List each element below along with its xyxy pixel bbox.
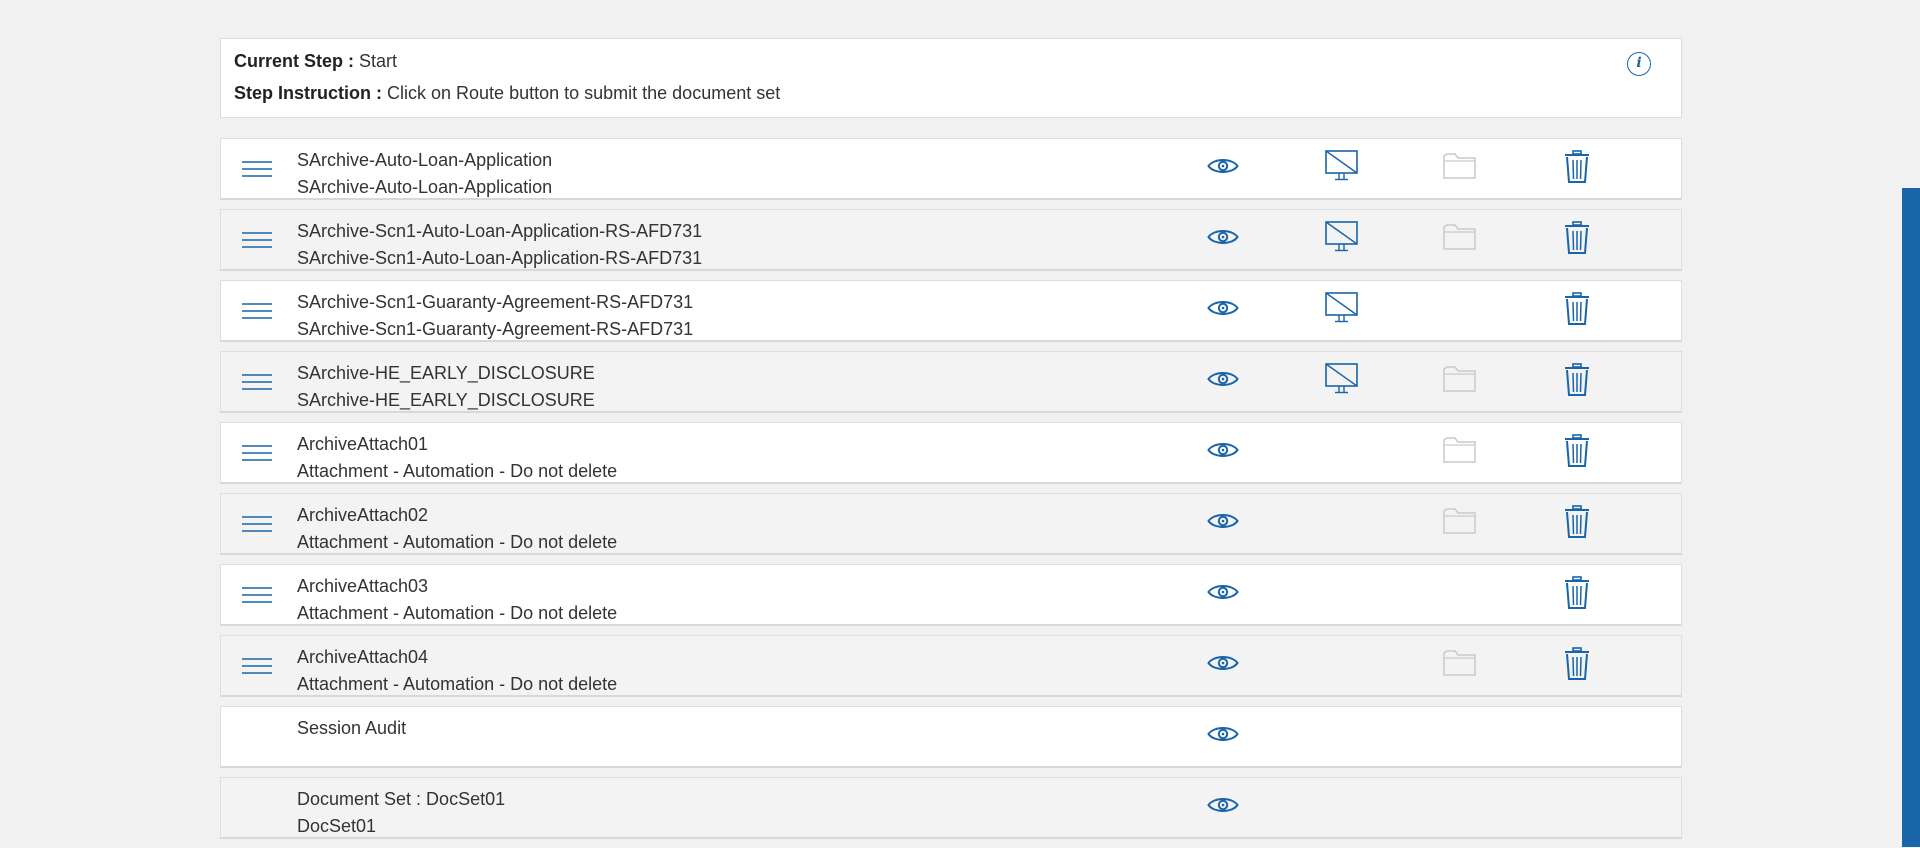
document-set-panel: Current Step : Start Step Instruction : … xyxy=(220,38,1682,848)
document-names: ArchiveAttach03 Attachment - Automation -… xyxy=(297,573,617,627)
current-step-value: Start xyxy=(359,51,398,71)
document-row: ArchiveAttach03 Attachment - Automation -… xyxy=(220,564,1682,626)
drag-handle-icon[interactable] xyxy=(241,441,273,465)
step-instruction-value: Click on Route button to submit the docu… xyxy=(387,83,781,103)
document-subtitle: Attachment - Automation - Do not delete xyxy=(297,461,618,481)
document-title: SArchive-Scn1-Guaranty-Agreement-RS-AFD7… xyxy=(297,292,694,312)
document-row: SArchive-Scn1-Guaranty-Agreement-RS-AFD7… xyxy=(220,280,1682,342)
document-names: SArchive-HE_EARLY_DISCLOSURE SArchive-HE_… xyxy=(297,360,595,414)
current-step-label: Current Step : xyxy=(234,51,355,71)
info-icon[interactable]: i xyxy=(1627,52,1651,76)
delete-trash-icon[interactable] xyxy=(1563,363,1591,402)
view-eye-icon[interactable] xyxy=(1207,511,1239,536)
document-subtitle: SArchive-Auto-Loan-Application xyxy=(297,177,553,197)
view-eye-icon[interactable] xyxy=(1207,724,1239,749)
step-instruction-label: Step Instruction : xyxy=(234,83,382,103)
folder-icon xyxy=(1443,223,1477,256)
drag-handle-icon[interactable] xyxy=(241,157,273,181)
delete-trash-icon[interactable] xyxy=(1563,150,1591,189)
folder-icon xyxy=(1443,436,1477,469)
monitor-off-icon[interactable] xyxy=(1325,221,1359,258)
document-row: SArchive-HE_EARLY_DISCLOSURE SArchive-HE_… xyxy=(220,351,1682,413)
document-names: ArchiveAttach01 Attachment - Automation -… xyxy=(297,431,617,485)
document-subtitle: SArchive-Scn1-Guaranty-Agreement-RS-AFD7… xyxy=(297,319,694,339)
document-subtitle: Attachment - Automation - Do not delete xyxy=(297,532,618,552)
document-names: ArchiveAttach02 Attachment - Automation -… xyxy=(297,502,617,556)
folder-icon xyxy=(1443,507,1477,540)
drag-handle-icon[interactable] xyxy=(241,228,273,252)
document-row: Document Set : DocSet01 DocSet01 xyxy=(220,777,1682,839)
delete-trash-icon[interactable] xyxy=(1563,221,1591,260)
document-title: Document Set : DocSet01 xyxy=(297,789,506,809)
folder-icon xyxy=(1443,365,1477,398)
document-row: SArchive-Scn1-Auto-Loan-Application-RS-A… xyxy=(220,209,1682,271)
document-row: Session Audit xyxy=(220,706,1682,768)
document-row: SArchive-Auto-Loan-Application SArchive-A… xyxy=(220,138,1682,200)
document-list: SArchive-Auto-Loan-Application SArchive-A… xyxy=(220,138,1682,839)
document-names: Document Set : DocSet01 DocSet01 xyxy=(297,786,505,840)
document-subtitle: Attachment - Automation - Do not delete xyxy=(297,674,618,694)
drag-handle-icon[interactable] xyxy=(241,654,273,678)
document-names: ArchiveAttach04 Attachment - Automation -… xyxy=(297,644,617,698)
current-step: Current Step : Start xyxy=(234,51,1668,71)
document-subtitle: SArchive-HE_EARLY_DISCLOSURE xyxy=(297,390,595,410)
document-subtitle: DocSet01 xyxy=(297,816,377,836)
view-eye-icon[interactable] xyxy=(1207,369,1239,394)
document-title: SArchive-Auto-Loan-Application xyxy=(297,150,553,170)
view-eye-icon[interactable] xyxy=(1207,653,1239,678)
delete-trash-icon[interactable] xyxy=(1563,434,1591,473)
document-title: Session Audit xyxy=(297,718,407,738)
view-eye-icon[interactable] xyxy=(1207,582,1239,607)
monitor-off-icon[interactable] xyxy=(1325,150,1359,187)
document-row: ArchiveAttach01 Attachment - Automation -… xyxy=(220,422,1682,484)
folder-icon xyxy=(1443,152,1477,185)
delete-trash-icon[interactable] xyxy=(1563,292,1591,331)
delete-trash-icon[interactable] xyxy=(1563,576,1591,615)
delete-trash-icon[interactable] xyxy=(1563,505,1591,544)
view-eye-icon[interactable] xyxy=(1207,156,1239,181)
document-subtitle: Attachment - Automation - Do not delete xyxy=(297,603,618,623)
step-instruction: Step Instruction : Click on Route button… xyxy=(234,83,1668,103)
view-eye-icon[interactable] xyxy=(1207,298,1239,323)
document-row: ArchiveAttach02 Attachment - Automation -… xyxy=(220,493,1682,555)
monitor-off-icon[interactable] xyxy=(1325,292,1359,329)
drag-handle-icon[interactable] xyxy=(241,299,273,323)
document-names: SArchive-Scn1-Guaranty-Agreement-RS-AFD7… xyxy=(297,289,693,343)
document-title: ArchiveAttach03 xyxy=(297,576,429,596)
view-eye-icon[interactable] xyxy=(1207,795,1239,820)
view-eye-icon[interactable] xyxy=(1207,227,1239,252)
document-row: ArchiveAttach04 Attachment - Automation -… xyxy=(220,635,1682,697)
delete-trash-icon[interactable] xyxy=(1563,647,1591,686)
view-eye-icon[interactable] xyxy=(1207,440,1239,465)
drag-handle-icon[interactable] xyxy=(241,583,273,607)
step-info-box: Current Step : Start Step Instruction : … xyxy=(220,38,1682,118)
folder-icon xyxy=(1443,649,1477,682)
document-names: Session Audit xyxy=(297,715,406,742)
drag-handle-icon[interactable] xyxy=(241,370,273,394)
document-subtitle: SArchive-Scn1-Auto-Loan-Application-RS-A… xyxy=(297,248,703,268)
monitor-off-icon[interactable] xyxy=(1325,363,1359,400)
document-names: SArchive-Scn1-Auto-Loan-Application-RS-A… xyxy=(297,218,702,272)
document-title: SArchive-Scn1-Auto-Loan-Application-RS-A… xyxy=(297,221,703,241)
document-names: SArchive-Auto-Loan-Application SArchive-A… xyxy=(297,147,552,201)
scrollbar-thumb[interactable] xyxy=(1902,188,1920,847)
document-title: ArchiveAttach04 xyxy=(297,647,429,667)
document-title: ArchiveAttach02 xyxy=(297,505,429,525)
drag-handle-icon[interactable] xyxy=(241,512,273,536)
document-title: SArchive-HE_EARLY_DISCLOSURE xyxy=(297,363,595,383)
document-title: ArchiveAttach01 xyxy=(297,434,429,454)
